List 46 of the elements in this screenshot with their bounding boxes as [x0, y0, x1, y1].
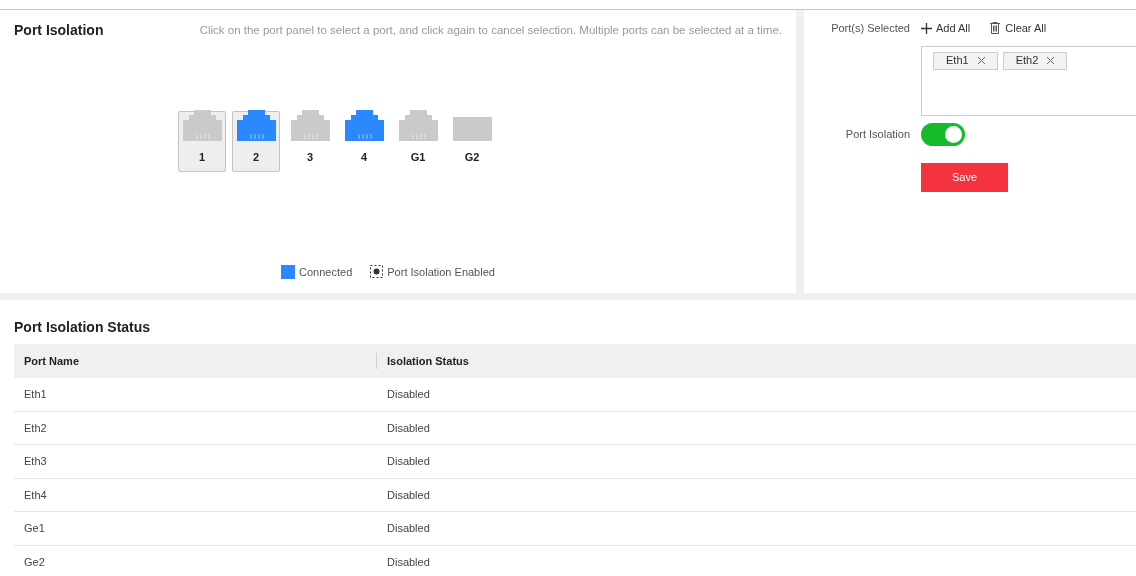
ethernet-port-icon — [236, 109, 276, 141]
ethernet-port-icon — [290, 109, 330, 141]
trash-icon — [990, 22, 1001, 35]
table-cell-text: Disabled — [386, 420, 431, 436]
column-header: Isolation Status — [387, 353, 469, 369]
table-cell-text: Ge2 — [23, 554, 46, 570]
selected-ports-field[interactable]: Eth1 Eth2 — [921, 45, 1136, 116]
port-tile[interactable]: 3 — [286, 111, 334, 172]
legend-label: Connected — [299, 264, 353, 280]
port-tile[interactable]: G2 — [448, 111, 496, 172]
table-cell-text: Disabled — [386, 487, 431, 503]
field-label: Port(s) Selected — [830, 21, 910, 36]
table-cell-text: Disabled — [386, 387, 431, 402]
port-tile[interactable]: 2 — [232, 111, 280, 172]
column-header: Port Name — [24, 353, 80, 369]
port-tile[interactable]: 4 — [340, 111, 388, 172]
sfp-port-icon — [452, 116, 492, 141]
table-cell-text: Disabled — [386, 521, 431, 536]
close-icon[interactable] — [1047, 57, 1055, 64]
table-cell-text: Eth3 — [23, 454, 48, 469]
add-all-button[interactable]: Add All — [921, 20, 971, 37]
table-cell-text: Disabled — [386, 454, 431, 469]
tag-label: Eth2 — [1015, 53, 1039, 69]
toggle-switch[interactable] — [921, 122, 965, 146]
ethernet-port-icon — [344, 109, 384, 141]
port-tile[interactable]: 1 — [178, 111, 226, 172]
hint-text: Click on the port panel to select a port, and click again to cancel selection. Multiple ports can be selected at a time. — [199, 22, 782, 38]
clear-all-button[interactable]: Clear All — [990, 20, 1047, 37]
table-cell-text: Eth2 — [23, 420, 48, 436]
table-cell-text: Eth1 — [23, 387, 48, 402]
field-label: Port Isolation — [844, 126, 910, 142]
ethernet-port-icon — [398, 109, 438, 141]
ethernet-port-icon — [182, 109, 222, 141]
table-cell-text: Ge1 — [23, 521, 46, 536]
plus-icon — [921, 22, 932, 34]
tag-label: Eth1 — [946, 53, 969, 69]
legend-swatch-icon — [281, 264, 296, 279]
isolation-icon — [370, 265, 384, 279]
legend-label: Port Isolation Enabled — [387, 264, 495, 280]
panel-title: Port Isolation — [14, 21, 104, 40]
section-title: Port Isolation Status — [14, 318, 152, 337]
table-cell-text: Disabled — [386, 554, 431, 570]
save-button[interactable]: Save — [921, 162, 1008, 192]
table-cell-text: Eth4 — [23, 487, 48, 503]
port-tile[interactable]: G1 — [394, 111, 442, 172]
close-icon[interactable] — [977, 57, 985, 64]
